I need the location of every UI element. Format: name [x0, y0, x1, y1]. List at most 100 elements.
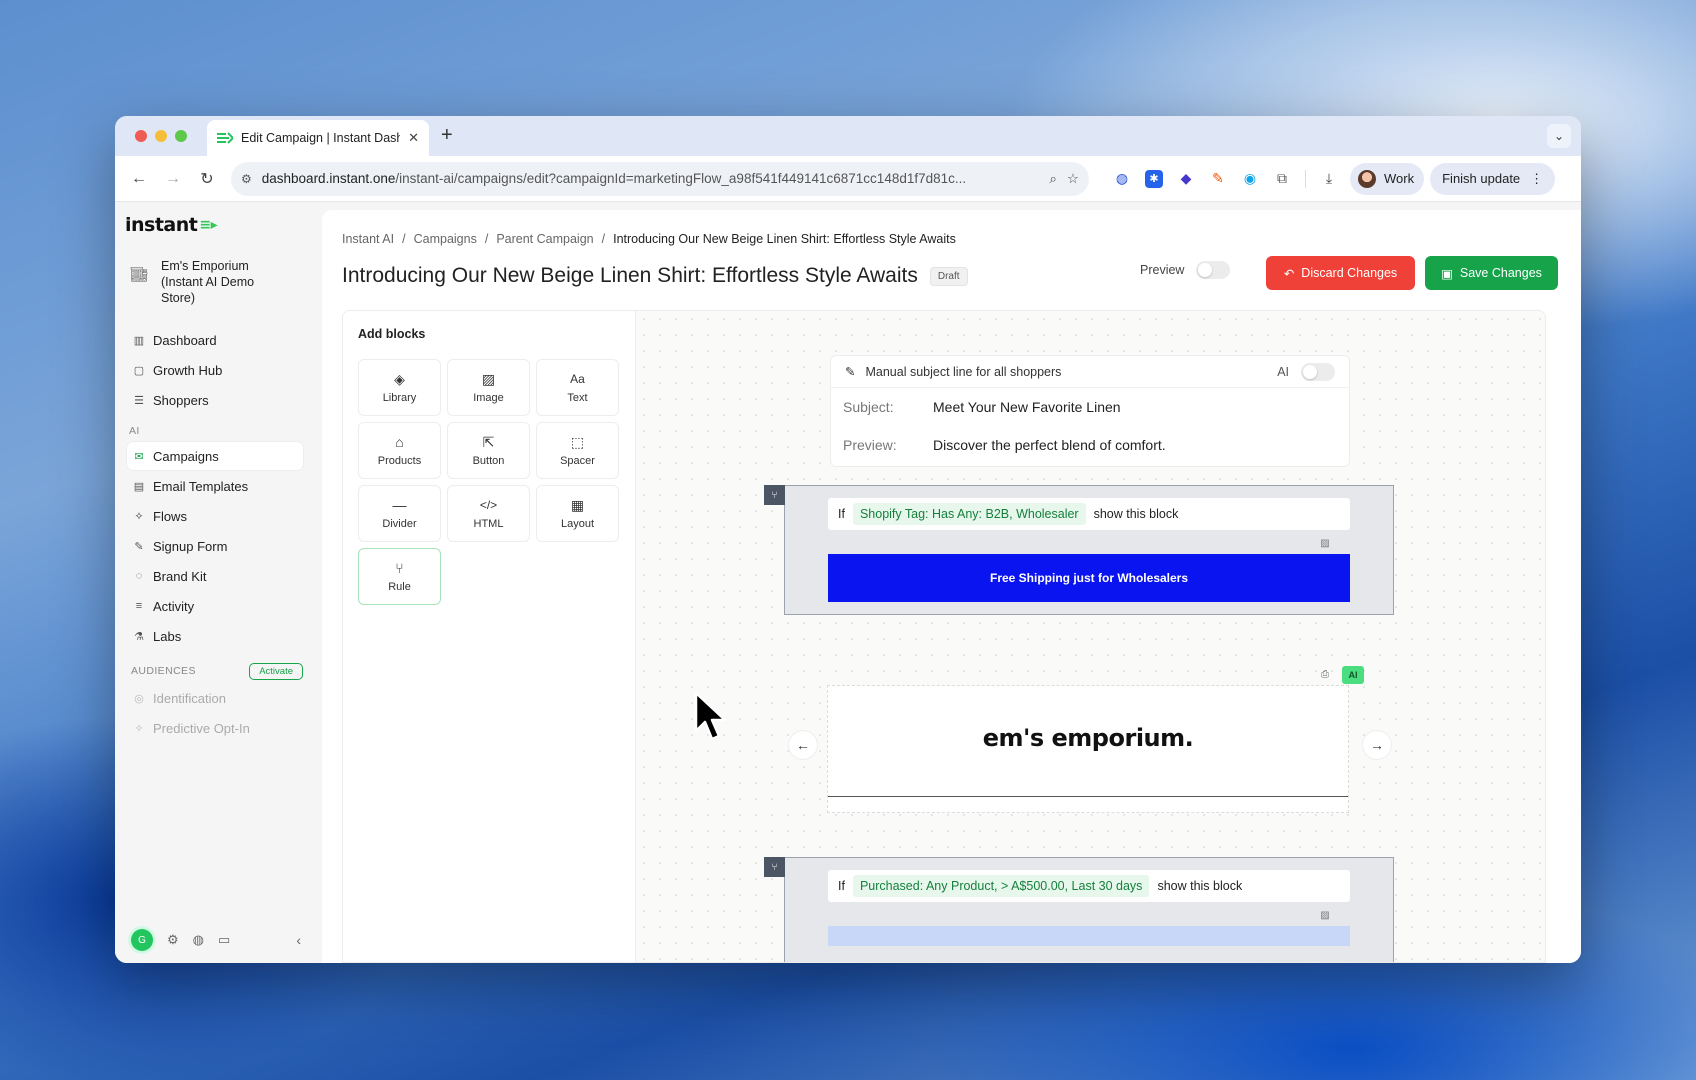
subject-mode-label: Manual subject line for all shoppers: [865, 364, 1062, 379]
ai-subject-toggle[interactable]: [1301, 362, 1335, 381]
sidebar-item-email-templates[interactable]: ▤ Email Templates: [127, 472, 303, 500]
sidebar-item-flows[interactable]: ⟡ Flows: [127, 502, 303, 530]
store-small-icon[interactable]: ▭: [218, 932, 230, 948]
forward-icon[interactable]: →: [159, 165, 187, 193]
address-bar[interactable]: ⚙ dashboard.instant.one/instant-ai/campa…: [231, 161, 1089, 196]
sidebar-item-activity[interactable]: ≡ Activity: [127, 592, 303, 620]
sidebar-item-growth-hub[interactable]: ▢ Growth Hub: [127, 356, 303, 384]
preview-text-input[interactable]: Discover the perfect blend of comfort.: [933, 437, 1166, 453]
block-label: HTML: [473, 517, 504, 530]
instant-logo[interactable]: instant ≡▸: [125, 214, 218, 236]
profile-avatar: [1358, 169, 1376, 188]
breadcrumb-separator: /: [601, 232, 606, 246]
collapse-sidebar-icon[interactable]: ‹: [296, 932, 301, 948]
preview-toggle[interactable]: [1196, 261, 1231, 279]
sidebar-item-label: Shoppers: [153, 392, 209, 408]
bookmark-star-icon[interactable]: ☆: [1067, 171, 1079, 187]
subject-input[interactable]: Meet Your New Favorite Linen: [933, 399, 1121, 415]
basket-icon: ⌂: [395, 433, 404, 450]
maximize-window-button[interactable]: [175, 130, 187, 142]
preview-text-label: Preview:: [843, 437, 897, 453]
sidebar-item-dashboard[interactable]: ▥ Dashboard: [127, 326, 303, 354]
extension-b-icon[interactable]: ✱: [1145, 169, 1163, 188]
profile-chip[interactable]: Work: [1350, 162, 1425, 195]
user-avatar[interactable]: G: [131, 929, 153, 951]
save-changes-button[interactable]: ▣ Save Changes: [1425, 256, 1558, 290]
sidebar-item-label: Identification: [153, 690, 226, 706]
block-products[interactable]: ⌂ Products: [358, 422, 441, 479]
finish-update-button[interactable]: Finish update ⋮: [1430, 162, 1556, 195]
breadcrumb-instant-ai[interactable]: Instant AI: [342, 232, 394, 246]
condition-if: If: [838, 507, 845, 521]
zoom-icon[interactable]: ⌕: [1049, 171, 1057, 187]
preview-text-row[interactable]: Preview: Discover the perfect blend of c…: [831, 426, 1349, 464]
extension-c-icon[interactable]: ◆: [1177, 170, 1195, 188]
brand-header-block[interactable]: ⎙ AI em's emporium.: [827, 666, 1364, 813]
site-settings-icon[interactable]: ⚙: [241, 172, 252, 186]
sidebar-item-label: Labs: [153, 628, 182, 644]
reload-icon[interactable]: ↻: [193, 165, 221, 193]
sidebar-item-campaigns[interactable]: ✉ Campaigns: [127, 442, 303, 470]
download-icon[interactable]: ⤓: [1320, 170, 1338, 188]
breadcrumb-campaigns[interactable]: Campaigns: [414, 232, 477, 246]
wholesale-banner[interactable]: Free Shipping just for Wholesalers: [828, 554, 1350, 602]
conditional-block[interactable]: ⑂ If Shopify Tag: Has Any: B2B, Wholesal…: [764, 485, 1394, 615]
tab-search-chevron-icon[interactable]: ⌄: [1547, 124, 1571, 148]
store-switcher[interactable]: 🏬︎ Em's Emporium (Instant AI Demo Store): [129, 258, 271, 306]
new-tab-icon[interactable]: +: [441, 124, 453, 147]
block-html[interactable]: </> HTML: [447, 485, 530, 542]
sidebar-nav: ▥ Dashboard ▢ Growth Hub ☰ Shoppers AI ✉ Cam…: [127, 326, 303, 744]
block-library[interactable]: ◈ Library: [358, 359, 441, 416]
minimize-window-button[interactable]: [155, 130, 167, 142]
print-icon[interactable]: ⎙: [1315, 666, 1335, 684]
block-button[interactable]: ⇱ Button: [447, 422, 530, 479]
condition-bar[interactable]: If Purchased: Any Product, > A$500.00, L…: [828, 870, 1350, 902]
conditional-banner[interactable]: [828, 926, 1350, 946]
rule-branch-icon[interactable]: ⑂: [764, 485, 785, 505]
block-text[interactable]: Aa Text: [536, 359, 619, 416]
settings-gear-icon[interactable]: ⚙: [167, 932, 179, 948]
extension-a-icon[interactable]: ◍: [1113, 170, 1131, 188]
rule-branch-icon[interactable]: ⑂: [764, 857, 785, 877]
block-rule[interactable]: ⑂ Rule: [358, 548, 441, 605]
sidebar-item-brand-kit[interactable]: ◌ Brand Kit: [127, 562, 303, 590]
image-icon[interactable]: ▨: [1317, 910, 1333, 924]
discard-changes-button[interactable]: ↶ Discard Changes: [1266, 256, 1415, 290]
fingerprint-icon: ◎: [134, 692, 144, 705]
activate-button[interactable]: Activate: [249, 662, 303, 680]
ai-badge[interactable]: AI: [1342, 666, 1364, 684]
condition-pill[interactable]: Shopify Tag: Has Any: B2B, Wholesaler: [852, 503, 1086, 525]
block-spacer[interactable]: ⬚ Spacer: [536, 422, 619, 479]
url-text[interactable]: dashboard.instant.one/instant-ai/campaig…: [262, 171, 1040, 186]
extension-e-icon[interactable]: ◉: [1241, 170, 1259, 188]
ai-label: AI: [1277, 364, 1289, 379]
email-canvas[interactable]: ✎ Manual subject line for all shoppers A…: [636, 311, 1545, 962]
arrow-left-icon[interactable]: ←: [789, 731, 817, 759]
logo-text: instant: [125, 214, 198, 236]
image-icon[interactable]: ▨: [1317, 538, 1333, 552]
sidebar-item-identification[interactable]: ◎ Identification: [127, 684, 303, 712]
condition-pill[interactable]: Purchased: Any Product, > A$500.00, Last…: [852, 875, 1150, 897]
close-window-button[interactable]: [135, 130, 147, 142]
condition-bar[interactable]: If Shopify Tag: Has Any: B2B, Wholesaler…: [828, 498, 1350, 530]
globe-icon[interactable]: ◍: [193, 932, 204, 948]
conditional-block[interactable]: ⑂ If Purchased: Any Product, > A$500.00,…: [764, 857, 1394, 962]
subject-row[interactable]: Subject: Meet Your New Favorite Linen: [831, 388, 1349, 426]
block-layout[interactable]: ▦ Layout: [536, 485, 619, 542]
sidebar-item-predictive-opt-in[interactable]: ✧ Predictive Opt-In: [127, 714, 303, 742]
browser-tab[interactable]: Edit Campaign | Instant Dashb ✕: [207, 120, 429, 156]
sidebar-item-labs[interactable]: ⚗ Labs: [127, 622, 303, 650]
sidebar-item-signup-form[interactable]: ✎ Signup Form: [127, 532, 303, 560]
close-tab-icon[interactable]: ✕: [408, 130, 419, 146]
back-icon[interactable]: ←: [125, 165, 153, 193]
block-image[interactable]: ▨ Image: [447, 359, 530, 416]
breadcrumb-parent-campaign[interactable]: Parent Campaign: [496, 232, 593, 246]
extension-d-icon[interactable]: ✎: [1209, 170, 1227, 188]
url-path: /instant-ai/campaigns/edit?campaignId=ma…: [395, 171, 967, 186]
block-divider[interactable]: — Divider: [358, 485, 441, 542]
extensions-puzzle-icon[interactable]: ⧉: [1273, 170, 1291, 188]
arrow-right-icon[interactable]: →: [1363, 731, 1391, 759]
blocks-grid: ◈ Library ▨ Image Aa Text ⌂ Products ⇱ Button…: [358, 359, 619, 605]
email-editor: Add blocks ◈ Library ▨ Image Aa Text ⌂ Produ…: [342, 310, 1546, 963]
sidebar-item-shoppers[interactable]: ☰ Shoppers: [127, 386, 303, 414]
